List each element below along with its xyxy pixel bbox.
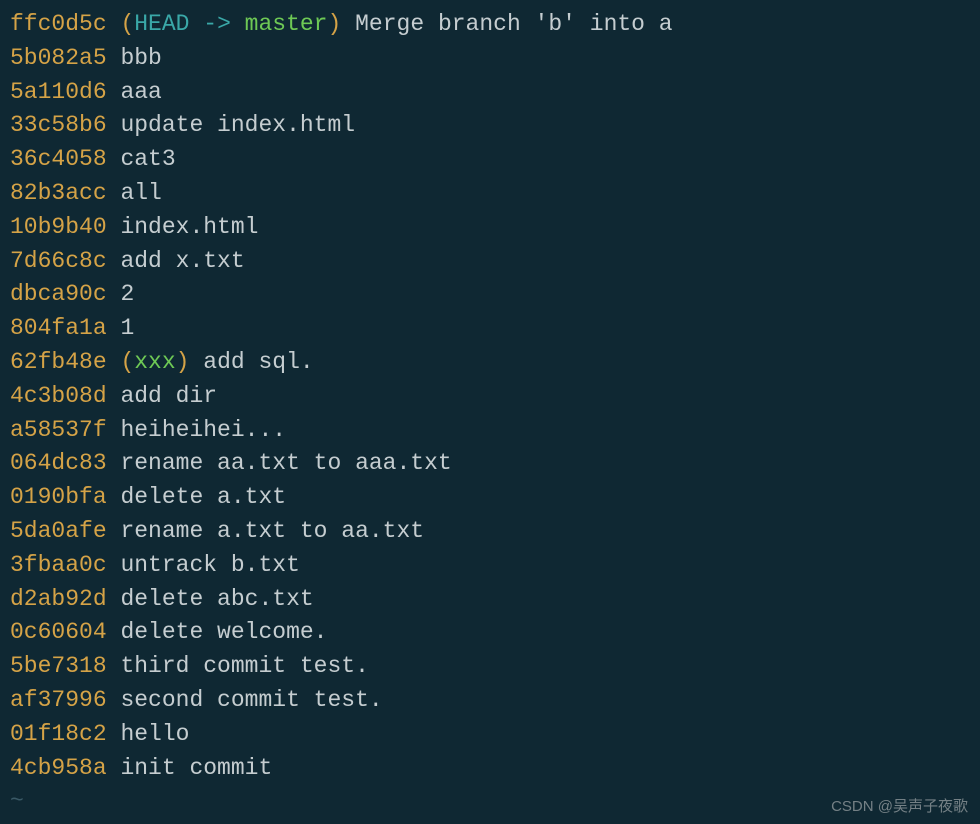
commit-line: 82b3acc all — [10, 177, 970, 211]
commit-hash: 62fb48e — [10, 349, 107, 375]
commit-message: hello — [120, 721, 189, 747]
commit-hash: ffc0d5c — [10, 11, 107, 37]
commit-hash: 4cb958a — [10, 755, 107, 781]
commit-hash: 3fbaa0c — [10, 552, 107, 578]
commit-hash: 5be7318 — [10, 653, 107, 679]
commit-line: af37996 second commit test. — [10, 684, 970, 718]
commit-line: 36c4058 cat3 — [10, 143, 970, 177]
commit-message: rename aa.txt to aaa.txt — [120, 450, 451, 476]
commit-line: 4c3b08d add dir — [10, 380, 970, 414]
commit-hash: af37996 — [10, 687, 107, 713]
commit-hash: 804fa1a — [10, 315, 107, 341]
commit-message: third commit test. — [120, 653, 368, 679]
commit-hash: 5da0afe — [10, 518, 107, 544]
commit-message: init commit — [120, 755, 272, 781]
commit-hash: 36c4058 — [10, 146, 107, 172]
commit-hash: 01f18c2 — [10, 721, 107, 747]
commit-line: 3fbaa0c untrack b.txt — [10, 549, 970, 583]
commit-hash: 82b3acc — [10, 180, 107, 206]
watermark-text: CSDN @吴声子夜歌 — [831, 796, 968, 818]
commit-message: heiheihei... — [120, 417, 286, 443]
commit-hash: 5a110d6 — [10, 79, 107, 105]
commit-line: 0190bfa delete a.txt — [10, 481, 970, 515]
commit-line: 01f18c2 hello — [10, 718, 970, 752]
commit-hash: 0c60604 — [10, 619, 107, 645]
commit-message: delete a.txt — [120, 484, 286, 510]
commit-message: 1 — [120, 315, 134, 341]
commit-hash: 064dc83 — [10, 450, 107, 476]
commit-line: 5b082a5 bbb — [10, 42, 970, 76]
commit-message: cat3 — [120, 146, 175, 172]
commit-line: dbca90c 2 — [10, 278, 970, 312]
ref-head: HEAD -> — [134, 11, 244, 37]
commit-message: 2 — [120, 281, 134, 307]
commit-hash: 10b9b40 — [10, 214, 107, 240]
commit-line: 5a110d6 aaa — [10, 76, 970, 110]
commit-message: aaa — [120, 79, 161, 105]
commit-line: 33c58b6 update index.html — [10, 109, 970, 143]
vim-tilde-line: ~ — [10, 785, 970, 819]
commit-line: 4cb958a init commit — [10, 752, 970, 786]
commit-message: update index.html — [120, 112, 355, 138]
commit-hash: 7d66c8c — [10, 248, 107, 274]
commit-line: 5da0afe rename a.txt to aa.txt — [10, 515, 970, 549]
commit-line: 5be7318 third commit test. — [10, 650, 970, 684]
ref-paren-open: ( — [120, 11, 134, 37]
ref-paren-open: ( — [120, 349, 134, 375]
commit-line: 804fa1a 1 — [10, 312, 970, 346]
commit-line: 10b9b40 index.html — [10, 211, 970, 245]
commit-message: Merge branch 'b' into a — [355, 11, 672, 37]
commit-message: delete abc.txt — [120, 586, 313, 612]
commit-message: second commit test. — [120, 687, 382, 713]
tilde-marker: ~ — [10, 788, 24, 814]
commit-message: add sql. — [203, 349, 313, 375]
commit-line: 7d66c8c add x.txt — [10, 245, 970, 279]
commit-hash: 5b082a5 — [10, 45, 107, 71]
commit-line: ffc0d5c (HEAD -> master) Merge branch 'b… — [10, 8, 970, 42]
commit-message: add x.txt — [120, 248, 244, 274]
commit-line: 62fb48e (xxx) add sql. — [10, 346, 970, 380]
commit-message: add dir — [120, 383, 217, 409]
commit-hash: dbca90c — [10, 281, 107, 307]
commit-message: index.html — [120, 214, 258, 240]
ref-branch: master — [245, 11, 328, 37]
commit-hash: d2ab92d — [10, 586, 107, 612]
commit-line: a58537f heiheihei... — [10, 414, 970, 448]
ref-branch: xxx — [134, 349, 175, 375]
ref-paren-close: ) — [176, 349, 190, 375]
commit-line: 0c60604 delete welcome. — [10, 616, 970, 650]
commit-message: rename a.txt to aa.txt — [120, 518, 424, 544]
git-log-output: ffc0d5c (HEAD -> master) Merge branch 'b… — [10, 8, 970, 819]
commit-hash: 4c3b08d — [10, 383, 107, 409]
commit-line: d2ab92d delete abc.txt — [10, 583, 970, 617]
commit-hash: a58537f — [10, 417, 107, 443]
commit-hash: 33c58b6 — [10, 112, 107, 138]
ref-paren-close: ) — [328, 11, 342, 37]
commit-message: untrack b.txt — [120, 552, 299, 578]
commit-hash: 0190bfa — [10, 484, 107, 510]
commit-message: delete welcome. — [120, 619, 327, 645]
commit-message: all — [120, 180, 161, 206]
commit-line: 064dc83 rename aa.txt to aaa.txt — [10, 447, 970, 481]
commit-message: bbb — [120, 45, 161, 71]
